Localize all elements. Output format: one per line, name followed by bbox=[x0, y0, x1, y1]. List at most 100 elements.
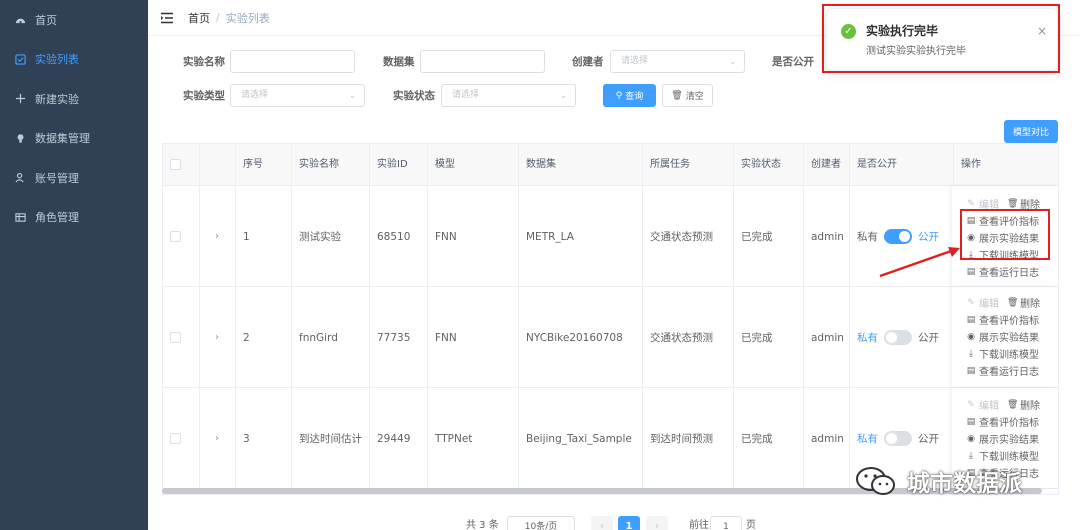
cell-name: 测试实验 bbox=[292, 186, 370, 287]
edit-button[interactable]: ✎ 编辑 bbox=[966, 397, 999, 413]
chevron-down-icon: ⌄ bbox=[729, 57, 736, 66]
edit-button[interactable]: ✎ 编辑 bbox=[966, 196, 999, 212]
goto-page-input[interactable]: 1 bbox=[710, 516, 742, 530]
cell-dataset: METR_LA bbox=[519, 186, 643, 287]
row-checkbox[interactable] bbox=[170, 332, 181, 343]
show-results-button[interactable]: ◉ 展示实验结果 bbox=[966, 329, 1039, 345]
header-creator: 创建者 bbox=[804, 144, 850, 186]
cell-model: TTPNet bbox=[428, 388, 519, 489]
exp-status-label: 实验状态 bbox=[393, 90, 435, 102]
row-expand-cell: › bbox=[200, 388, 236, 489]
public-switch[interactable] bbox=[884, 229, 912, 244]
public-switch[interactable] bbox=[884, 330, 912, 345]
header-ops: 操作 bbox=[961, 159, 981, 170]
sidebar-item-new-experiment[interactable]: 新建实验 bbox=[0, 79, 148, 119]
experiment-table: 序号 实验名称 实验ID 模型 数据集 所属任务 实验状态 创建者 是否公开 操… bbox=[162, 143, 1059, 495]
view-log-button[interactable]: ▤ 查看运行日志 bbox=[966, 264, 1039, 280]
pagination-total: 共 3 条 bbox=[466, 520, 499, 530]
model-compare-button[interactable]: 模型对比 bbox=[1004, 120, 1058, 143]
query-button[interactable]: ⚲ 查询 bbox=[603, 84, 656, 107]
header-name: 实验名称 bbox=[292, 144, 370, 186]
prev-page-button[interactable]: ‹ bbox=[591, 516, 613, 530]
edit-button[interactable]: ✎ 编辑 bbox=[966, 295, 999, 311]
row-select-cell bbox=[163, 287, 200, 388]
cell-index: 2 bbox=[236, 287, 292, 388]
public-label: 公开 bbox=[918, 433, 939, 445]
delete-button[interactable]: 🗑 删除 bbox=[1007, 295, 1040, 311]
trash-icon: 🗑 bbox=[1007, 198, 1019, 209]
public-label: 公开 bbox=[918, 332, 939, 344]
public-label: 是否公开 bbox=[772, 56, 814, 68]
close-icon[interactable]: × bbox=[1037, 24, 1047, 38]
header-model: 模型 bbox=[428, 144, 519, 186]
exp-status-select[interactable]: 请选择 ⌄ bbox=[441, 84, 576, 107]
check-circle-icon: ✓ bbox=[841, 24, 856, 39]
eye-icon: ◉ bbox=[967, 433, 975, 444]
chevron-right-icon[interactable]: › bbox=[215, 231, 219, 242]
header-select-all[interactable] bbox=[163, 144, 200, 186]
ops-cell: ✎ 编辑 🗑 删除 ▤ 查看评价指标 ◉ 展示实验结果 ⤓ 下载训练模型 ▤ 查看运行日志 bbox=[952, 186, 1058, 286]
cell-id: 68510 bbox=[370, 186, 428, 287]
breadcrumb-home[interactable]: 首页 bbox=[188, 10, 210, 26]
chevron-left-icon: ‹ bbox=[600, 521, 604, 530]
page-size-select[interactable]: 10条/页 bbox=[507, 516, 575, 530]
dataset-label: 数据集 bbox=[383, 56, 415, 68]
sidebar-item-experiments[interactable]: 实验列表 bbox=[0, 40, 148, 80]
cell-creator: admin bbox=[804, 388, 850, 489]
show-results-button[interactable]: ◉ 展示实验结果 bbox=[966, 431, 1039, 447]
page-unit-label: 页 bbox=[746, 520, 756, 530]
sidebar-item-roles[interactable]: 角色管理 bbox=[0, 198, 148, 238]
clear-button[interactable]: 🗑 清空 bbox=[662, 84, 713, 107]
row-checkbox[interactable] bbox=[170, 231, 181, 242]
view-metrics-label: 查看评价指标 bbox=[979, 418, 1039, 429]
hamburger-icon[interactable] bbox=[160, 12, 174, 24]
edit-label: 编辑 bbox=[979, 200, 999, 211]
header-expand bbox=[200, 144, 236, 186]
cell-task: 交通状态预测 bbox=[643, 186, 734, 287]
success-notification: ✓ 实验执行完毕 测试实验实验执行完毕 × bbox=[826, 8, 1058, 71]
chevron-right-icon[interactable]: › bbox=[215, 332, 219, 343]
show-results-label: 展示实验结果 bbox=[979, 435, 1039, 446]
view-metrics-button[interactable]: ▤ 查看评价指标 bbox=[966, 213, 1039, 229]
creator-placeholder: 请选择 bbox=[621, 56, 649, 66]
view-metrics-button[interactable]: ▤ 查看评价指标 bbox=[966, 312, 1039, 328]
document-icon: ▤ bbox=[966, 215, 976, 226]
sidebar-item-home[interactable]: 首页 bbox=[0, 0, 148, 40]
notification-message: 测试实验实验执行完毕 bbox=[866, 46, 966, 57]
checkbox-icon bbox=[14, 53, 26, 65]
chevron-right-icon[interactable]: › bbox=[215, 433, 219, 444]
select-all-checkbox[interactable] bbox=[170, 159, 181, 170]
cell-id: 29449 bbox=[370, 388, 428, 489]
cell-creator: admin bbox=[804, 186, 850, 287]
sidebar-item-accounts[interactable]: 账号管理 bbox=[0, 158, 148, 198]
row-select-cell bbox=[163, 388, 200, 489]
dataset-input[interactable] bbox=[420, 50, 545, 73]
cell-model: FNN bbox=[428, 186, 519, 287]
row-checkbox[interactable] bbox=[170, 433, 181, 444]
eye-icon: ◉ bbox=[967, 331, 975, 342]
sidebar-item-datasets[interactable]: 数据集管理 bbox=[0, 119, 148, 159]
clear-button-label: 清空 bbox=[685, 92, 704, 102]
view-log-button[interactable]: ▤ 查看运行日志 bbox=[966, 363, 1039, 379]
download-model-button[interactable]: ⤓ 下载训练模型 bbox=[966, 346, 1039, 362]
exp-type-placeholder: 请选择 bbox=[241, 90, 269, 100]
download-model-button[interactable]: ⤓ 下载训练模型 bbox=[966, 448, 1039, 464]
next-page-button[interactable]: › bbox=[646, 516, 668, 530]
show-results-button[interactable]: ◉ 展示实验结果 bbox=[966, 230, 1039, 246]
creator-select[interactable]: 请选择 ⌄ bbox=[610, 50, 745, 73]
exp-name-input[interactable] bbox=[230, 50, 355, 73]
header-public: 是否公开 bbox=[850, 144, 954, 186]
view-metrics-button[interactable]: ▤ 查看评价指标 bbox=[966, 414, 1039, 430]
creator-label: 创建者 bbox=[572, 56, 604, 68]
chevron-down-icon: ⌄ bbox=[349, 91, 356, 100]
public-switch[interactable] bbox=[884, 431, 912, 446]
exp-type-select[interactable]: 请选择 ⌄ bbox=[230, 84, 365, 107]
delete-button[interactable]: 🗑 删除 bbox=[1007, 397, 1040, 413]
delete-button[interactable]: 🗑 删除 bbox=[1007, 196, 1040, 212]
page-number-button[interactable]: 1 bbox=[618, 516, 640, 530]
private-label: 私有 bbox=[857, 332, 878, 344]
download-model-button[interactable]: ⤓ 下载训练模型 bbox=[966, 247, 1039, 263]
trash-icon: 🗑 bbox=[1007, 399, 1019, 410]
edit-icon: ✎ bbox=[967, 297, 975, 308]
header-index: 序号 bbox=[236, 144, 292, 186]
